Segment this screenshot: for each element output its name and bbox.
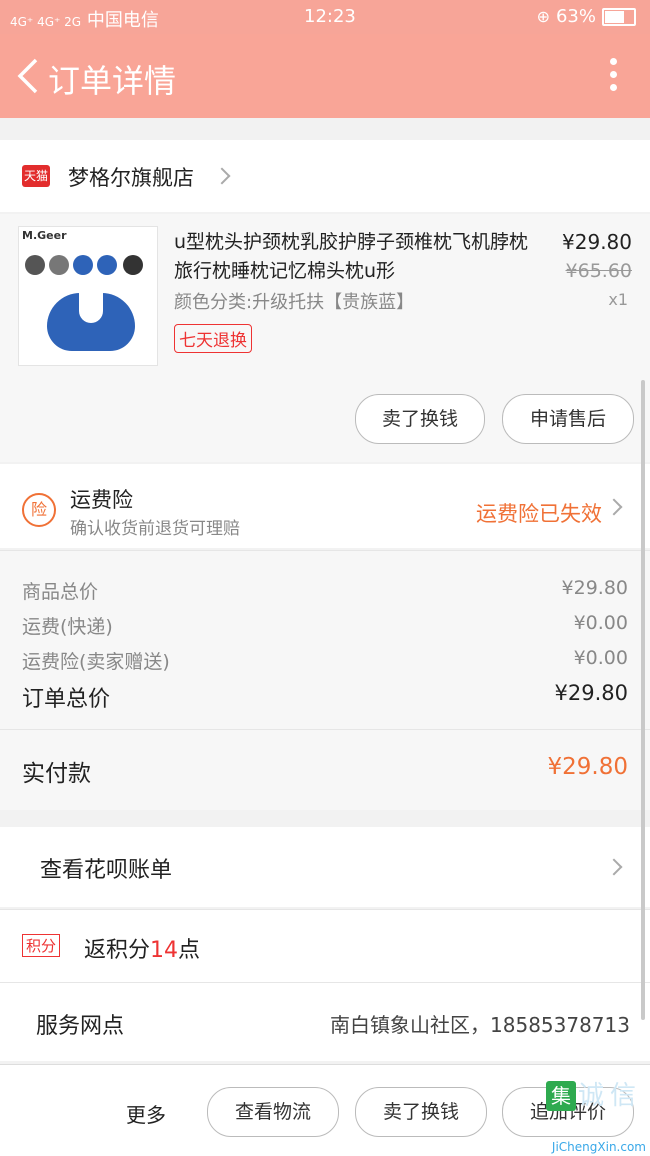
tmall-icon: 天猫 [22,165,50,187]
color-swatch [97,255,117,275]
points-suffix: 点 [178,938,201,963]
summary-label: 运费险(卖家赠送) [22,651,170,673]
color-swatch [73,255,93,275]
more-menu-icon[interactable] [610,58,618,94]
chevron-right-icon [605,498,623,516]
order-total-label: 订单总价 [22,687,111,712]
summary-value: ¥0.00 [573,647,628,669]
network-indicator: 4G⁺ 4G⁺ 2G [10,15,82,29]
insurance-title: 运费险 [70,488,133,512]
pillow-image [47,293,135,351]
status-bar: 4G⁺ 4G⁺ 2G 中国电信 12:23 ⊕ 63% [0,0,650,34]
product-spec: 颜色分类:升级托扶【贵族蓝】 [174,292,415,313]
points-badge: 积分 [22,934,61,957]
status-left: 4G⁺ 4G⁺ 2G 中国电信 [10,6,159,32]
shop-row[interactable]: 天猫 梦格尔旗舰店 [0,140,650,212]
sell-button[interactable]: 卖了换钱 [355,1087,487,1137]
carrier-name: 中国电信 [86,10,159,31]
color-swatch [123,255,143,275]
points-text: 返积分14点 [84,932,200,964]
product-card: M.Geer u型枕头护颈枕乳胶护脖子颈椎枕飞机脖枕旅行枕睡枕记忆棉头枕u形 颜… [0,214,650,462]
product-quantity: x1 [608,290,628,309]
shipping-insurance-row[interactable]: 险 运费险 确认收货前退货可理赔 运费险已失效 [0,464,650,548]
price-summary: 商品总价 ¥29.80 运费(快递) ¥0.00 运费险(卖家赠送) ¥0.00… [0,550,650,729]
insurance-icon: 险 [22,493,56,527]
page-title: 订单详情 [48,62,177,100]
summary-value: ¥29.80 [561,577,628,599]
status-time: 12:23 [304,6,356,27]
summary-label: 运费(快递) [22,616,113,638]
paid-row: 实付款 ¥29.80 [0,729,650,810]
battery-percent: 63% [555,6,596,27]
watermark-site: JiChengXin.com [551,1140,646,1154]
scrollbar[interactable] [641,380,645,1020]
huabei-label: 查看花呗账单 [40,858,173,883]
service-label: 服务网点 [36,1014,125,1039]
battery-icon [602,7,636,26]
back-arrow-icon[interactable] [14,56,44,96]
points-row: 积分 返积分14点 [0,909,650,982]
shop-name: 梦格尔旗舰店 [68,166,194,190]
points-count: 14 [150,938,179,963]
original-price: ¥65.60 [565,260,632,282]
product-thumbnail[interactable]: M.Geer [18,226,158,366]
order-total-value: ¥29.80 [554,681,628,705]
watermark-char: 诚 [578,1081,605,1111]
product-price: ¥29.80 [562,230,632,254]
status-right: ⊕ 63% [537,6,636,27]
paid-label: 实付款 [22,761,91,787]
points-prefix: 返积分 [84,938,151,963]
service-row: 服务网点 南白镇象山社区，18585378713 [0,982,650,1061]
insurance-status: 运费险已失效 [476,502,602,526]
huabei-row[interactable]: 查看花呗账单 [0,827,650,907]
watermark-char: 信 [610,1081,637,1111]
more-link[interactable]: 更多 [126,1099,166,1128]
bottom-action-bar: 更多 查看物流 卖了换钱 追加评价 集 诚 信 JiChengXin.com [0,1064,650,1156]
watermark-char: 集 [546,1081,576,1111]
battery-fill [605,10,624,23]
product-title[interactable]: u型枕头护颈枕乳胶护脖子颈椎枕飞机脖枕旅行枕睡枕记忆棉头枕u形 [174,228,544,286]
app-header: 订单详情 [0,34,650,118]
product-image-brand: M.Geer [22,229,67,242]
view-logistics-button[interactable]: 查看物流 [207,1087,339,1137]
color-swatch [49,255,69,275]
color-swatch [25,255,45,275]
watermark-logo: 集 诚 信 [546,1081,640,1111]
insurance-subtitle: 确认收货前退货可理赔 [70,519,240,539]
paid-value: ¥29.80 [547,754,628,780]
rotation-lock-icon: ⊕ [536,7,550,26]
summary-label: 商品总价 [22,581,99,603]
sell-button[interactable]: 卖了换钱 [355,394,485,444]
chevron-right-icon [605,858,623,876]
return-policy-tag: 七天退换 [174,324,252,353]
chevron-right-icon [213,167,231,185]
summary-value: ¥0.00 [573,612,628,634]
after-sale-button[interactable]: 申请售后 [502,394,634,444]
service-value: 南白镇象山社区，18585378713 [330,1013,630,1037]
